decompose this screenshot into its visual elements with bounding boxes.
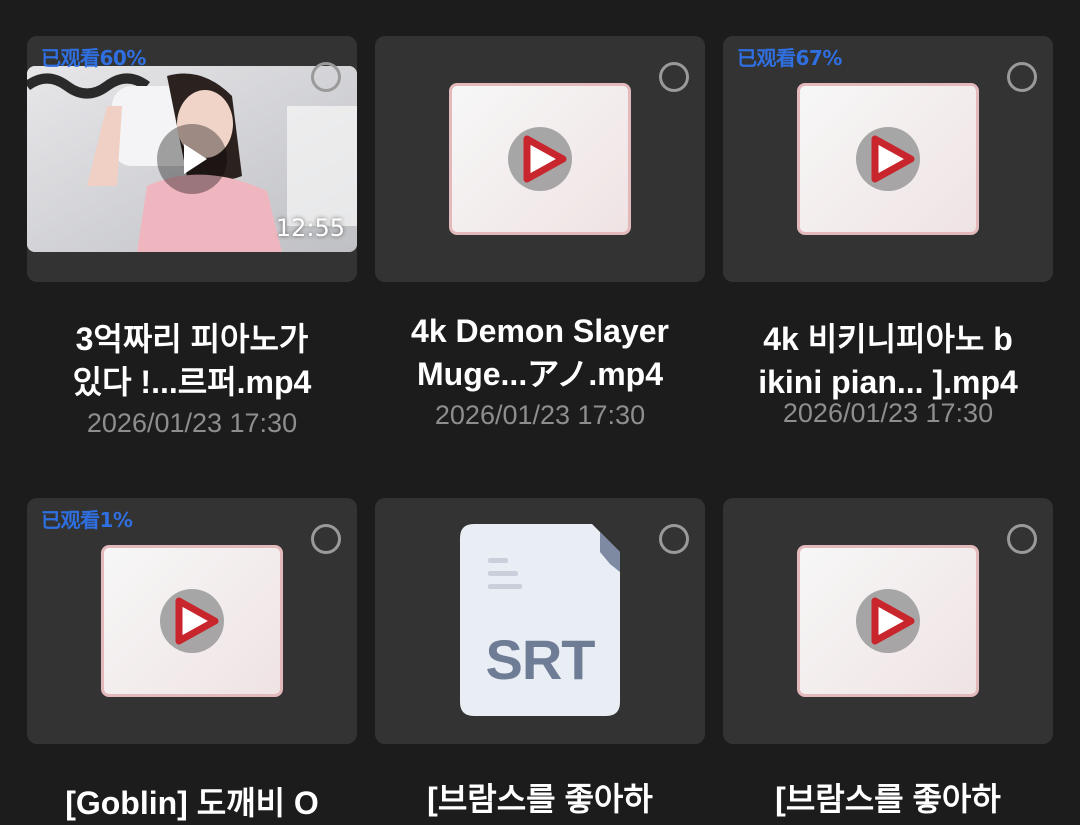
watch-progress: 已观看67%	[737, 46, 842, 70]
video-title[interactable]: [브람스를 좋아하	[375, 778, 705, 821]
watch-progress: 已观看60%	[41, 46, 146, 70]
select-circle-icon[interactable]	[1007, 62, 1037, 92]
srt-file-icon: SRT	[460, 524, 620, 716]
video-title[interactable]: 3억짜리 피아노가 있다 !...르퍼.mp4	[27, 318, 357, 404]
video-duration: 12:55	[275, 214, 345, 242]
watch-progress: 已观看1%	[41, 508, 133, 532]
select-circle-icon[interactable]	[311, 524, 341, 554]
play-icon	[856, 589, 920, 653]
select-circle-icon[interactable]	[659, 524, 689, 554]
video-file-icon	[449, 83, 631, 235]
video-title[interactable]: 4k Demon Slayer Muge...アノ.mp4	[375, 310, 705, 396]
video-card-1[interactable]: 12:55 已观看60%	[27, 36, 357, 282]
video-title[interactable]: 4k 비키니피아노 b ikini pian... ].mp4	[723, 318, 1053, 404]
video-caption-2: 4k Demon Slayer Muge...アノ.mp4 2026/01/23…	[375, 310, 705, 431]
video-thumbnail: 12:55	[27, 66, 357, 252]
subtitle-card[interactable]: SRT	[375, 498, 705, 744]
video-file-icon	[797, 83, 979, 235]
select-circle-icon[interactable]	[1007, 524, 1037, 554]
video-file-icon	[797, 545, 979, 697]
play-icon	[508, 127, 572, 191]
video-title[interactable]: [Goblin] 도깨비 O	[27, 782, 357, 825]
select-circle-icon[interactable]	[659, 62, 689, 92]
video-caption-3: 4k 비키니피아노 b ikini pian... ].mp4 2026/01/…	[723, 318, 1053, 429]
video-caption-6: [브람스를 좋아하	[723, 778, 1053, 821]
video-date: 2026/01/23 17:30	[86, 408, 298, 438]
video-caption-1: 3억짜리 피아노가 있다 !...르퍼.mp4 2026/01/23 17:30	[27, 318, 357, 439]
select-circle-icon[interactable]	[311, 62, 341, 92]
video-caption-4: [Goblin] 도깨비 O	[27, 782, 357, 825]
video-card-4[interactable]: 已观看1%	[27, 498, 357, 744]
video-card-3[interactable]: 已观看67%	[723, 36, 1053, 282]
video-file-icon	[101, 545, 283, 697]
video-card-2[interactable]	[375, 36, 705, 282]
video-caption-5: [브람스를 좋아하	[375, 778, 705, 821]
play-icon[interactable]	[157, 124, 227, 194]
play-icon	[856, 127, 920, 191]
play-icon	[160, 589, 224, 653]
video-date: 2026/01/23 17:30	[434, 400, 646, 430]
video-card-6[interactable]	[723, 498, 1053, 744]
file-type-label: SRT	[485, 628, 596, 691]
video-title[interactable]: [브람스를 좋아하	[723, 778, 1053, 821]
